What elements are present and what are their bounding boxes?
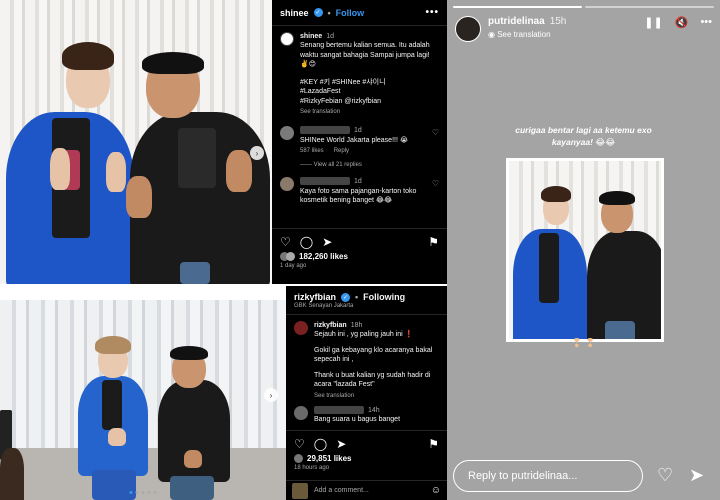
post2-panel: rizkyfbian ✓ • Following GBK Senayan Jak… [286,286,447,500]
comment-item: 1d SHINee World Jakarta please!!! 😭 587 … [272,122,447,173]
story-header: putridelinaa 15h ◉ See translation ❚❚ 🔇 •… [455,16,712,42]
view-replies-link[interactable]: View all 21 replies [314,162,362,168]
story-photo [506,158,664,342]
heart-icon[interactable]: ♡ [280,235,291,249]
verified-icon: ✓ [341,292,351,302]
see-translation-link[interactable]: See translation [314,392,439,400]
post1-header: shinee ✓ • Follow ••• [272,0,447,26]
avatar[interactable] [280,177,294,192]
avatar[interactable] [280,126,294,141]
post2-likes[interactable]: 29,851 likes [286,454,447,463]
divider [0,284,286,300]
post1-likes[interactable]: 182,260 likes [272,252,447,261]
divider [286,284,447,286]
share-icon[interactable]: ➤ [336,437,346,451]
following-button[interactable]: Following [363,292,405,302]
see-translation-link[interactable]: See translation [300,108,439,116]
share-icon[interactable]: ➤ [322,235,332,249]
add-comment-bar[interactable]: Add a comment... ☺ [286,480,447,500]
next-photo-button[interactable]: › [264,388,278,402]
heart-icon[interactable]: ♡ [432,128,439,169]
post2-actions: ♡ ◯ ➤ ⚑ [286,431,447,454]
more-icon[interactable]: ••• [425,7,439,18]
bookmark-icon[interactable]: ⚑ [428,235,439,249]
post2-caption: rizkyfbian 18h Sejauh ini , yg paling jau… [286,315,447,404]
mute-icon[interactable]: 🔇 [675,16,689,29]
blurred-username [300,126,350,135]
post2-location[interactable]: GBK Senayan Jakarta [286,303,447,315]
post1-photo[interactable]: › [0,0,272,284]
story-username[interactable]: putridelinaa [488,16,545,27]
post1-time: 1 day ago [280,263,307,269]
heart-icon[interactable]: ♡ [294,437,305,451]
emoji-icon[interactable]: ☺ [431,485,441,496]
sticker-icon: ❢ ❢ [571,336,596,350]
post2-username[interactable]: rizkyfbian [294,292,336,302]
next-photo-button[interactable]: › [250,146,264,160]
add-comment-input[interactable]: Add a comment... [314,487,369,494]
story-progress [453,6,714,8]
blurred-username [314,405,364,414]
avatar[interactable] [280,32,294,46]
reply-input[interactable]: Reply to putridelinaa... [453,460,643,492]
avatar[interactable] [294,405,308,420]
story-viewer: putridelinaa 15h ◉ See translation ❚❚ 🔇 •… [447,0,720,500]
see-translation-link[interactable]: ◉ See translation [488,30,566,39]
comment-icon[interactable]: ◯ [300,235,313,249]
bookmark-icon[interactable]: ⚑ [428,437,439,451]
hand-foreground [0,448,24,500]
avatar [292,482,308,499]
verified-icon: ✓ [313,8,323,17]
comment-icon[interactable]: ◯ [314,437,327,451]
avatar[interactable] [455,16,481,42]
post1-caption: shinee 1d Senang bertemu kalian semua. It… [272,26,447,120]
comment-item: 1d Kaya foto sama pajangan-karton toko k… [272,173,447,209]
post1-username[interactable]: shinee [280,8,309,18]
send-icon[interactable]: ➤ [689,465,704,486]
blurred-username [300,177,350,186]
pause-icon[interactable]: ❚❚ [644,16,662,29]
post1-panel: shinee ✓ • Follow ••• shinee 1d Senang be… [272,0,447,284]
avatar[interactable] [294,321,308,335]
carousel-dots [129,491,157,494]
heart-icon[interactable]: ♡ [657,465,673,486]
comment-item: 14h Bang suara u bagus banget [286,404,447,429]
heart-icon[interactable]: ♡ [432,179,439,205]
story-caption: curigaa bentar lagi aa ketemu exo kayany… [515,125,652,148]
post2-time: 18 hours ago [294,465,330,471]
post1-actions: ♡ ◯ ➤ ⚑ [272,229,447,252]
post2-photo[interactable]: › [0,300,286,500]
follow-button[interactable]: Follow [336,8,365,18]
more-icon[interactable]: ••• [700,16,712,29]
